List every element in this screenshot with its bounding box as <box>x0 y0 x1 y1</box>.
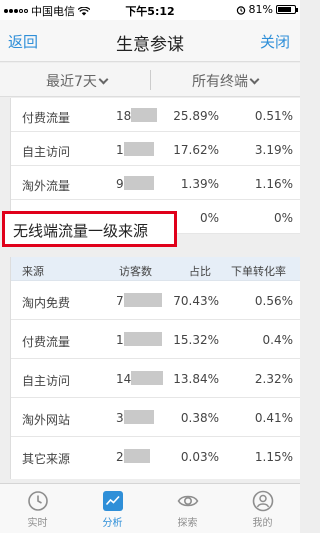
share-value: 0.38% <box>180 411 219 425</box>
share-value: 25.89% <box>173 109 219 123</box>
redacted-value <box>123 141 154 156</box>
share-value: 13.84% <box>173 372 219 386</box>
battery-fill <box>278 7 291 12</box>
table-row[interactable]: 淘内免费 7 70.43% 0.56% <box>11 281 300 320</box>
conversion-value: 0.4% <box>262 333 294 347</box>
visitor-count: 1 <box>116 331 166 348</box>
share-value: 0% <box>199 211 219 225</box>
wireless-source-table: 来源 访客数 占比 下单转化率 淘内免费 7 70.43% 0.56% 付费流量… <box>10 257 300 479</box>
tab-analysis[interactable]: 分析 <box>75 484 150 533</box>
battery-percent: 81% <box>248 3 273 16</box>
divider <box>150 70 151 90</box>
visitor-count: 3 <box>116 409 166 426</box>
table-row[interactable]: 淘外网站 3 0.38% 0.41% <box>11 398 300 437</box>
visitor-count: 9 <box>116 175 166 192</box>
terminal-label: 所有终端 <box>192 74 248 90</box>
share-value: 15.32% <box>173 333 219 347</box>
redacted-value <box>131 370 164 385</box>
visitor-count: 14 <box>116 370 166 387</box>
tab-label: 我的 <box>252 518 273 529</box>
filter-bar: 最近7天 所有终端 <box>0 63 300 97</box>
table-row[interactable]: 自主访问 14 13.84% 2.32% <box>11 359 300 398</box>
source-name: 付费流量 <box>22 111 71 125</box>
conversion-value: 0.56% <box>254 294 293 308</box>
share-value: 17.62% <box>173 143 219 157</box>
header-share: 占比 <box>189 265 211 278</box>
section-title-box: 无线端流量一级来源 <box>2 211 177 247</box>
terminal-dropdown[interactable]: 所有终端 <box>192 71 260 91</box>
table-row[interactable]: 付费流量 1 15.32% 0.4% <box>11 320 300 359</box>
section-title: 无线端流量一级来源 <box>13 222 149 240</box>
conversion-value: 1.15% <box>254 450 293 464</box>
conversion-value: 2.32% <box>254 372 293 386</box>
period-label: 最近7天 <box>46 74 97 90</box>
visitor-count: 7 <box>116 292 166 309</box>
chart-icon <box>102 491 123 511</box>
close-button[interactable]: 关闭 <box>260 31 290 52</box>
conversion-value: 3.19% <box>254 143 293 157</box>
eye-icon <box>177 495 198 507</box>
tab-label: 实时 <box>27 518 48 529</box>
visitor-count: 1 <box>116 141 166 158</box>
share-value: 0.03% <box>180 450 219 464</box>
redacted-value <box>123 175 154 190</box>
redacted-value <box>131 107 158 122</box>
share-value: 70.43% <box>173 294 219 308</box>
source-name: 淘内免费 <box>22 296 71 310</box>
status-bar: 中国电信 下午5:12 81% <box>0 0 300 20</box>
table-row[interactable]: 淘外流量 9 1.39% 1.16% <box>11 166 300 200</box>
source-name: 其它来源 <box>22 452 71 466</box>
status-right: 81% <box>236 3 298 16</box>
chevron-down-icon <box>98 74 109 85</box>
visitor-count: 2 <box>116 448 166 465</box>
tab-explore[interactable]: 探索 <box>150 484 225 533</box>
tab-label: 分析 <box>102 518 123 529</box>
redacted-value <box>123 409 154 424</box>
redacted-value <box>123 448 150 463</box>
alarm-icon <box>236 5 245 15</box>
table-header: 来源 访客数 占比 下单转化率 <box>11 257 300 281</box>
header-visitors: 访客数 <box>119 265 152 278</box>
redacted-value <box>123 331 162 346</box>
visitor-count: 18 <box>116 107 166 124</box>
chevron-down-icon <box>249 74 260 85</box>
source-name: 淘外流量 <box>22 179 71 193</box>
clock-icon <box>27 491 48 511</box>
redacted-value <box>123 292 162 307</box>
conversion-value: 0.51% <box>254 109 293 123</box>
tab-bar: 实时 分析 探索 我的 <box>0 483 300 533</box>
source-name: 淘外网站 <box>22 413 71 427</box>
conversion-value: 1.16% <box>254 177 293 191</box>
tab-mine[interactable]: 我的 <box>225 484 300 533</box>
source-name: 付费流量 <box>22 335 71 349</box>
tab-label: 探索 <box>177 518 198 529</box>
battery-icon <box>276 5 298 14</box>
page-title: 生意参谋 <box>116 35 184 55</box>
tab-realtime[interactable]: 实时 <box>0 484 75 533</box>
conversion-value: 0% <box>273 211 293 225</box>
header-source: 来源 <box>22 265 44 278</box>
table-row[interactable]: 其它来源 2 0.03% 1.15% <box>11 437 300 476</box>
share-value: 1.39% <box>180 177 219 191</box>
person-icon <box>252 490 273 512</box>
period-dropdown[interactable]: 最近7天 <box>46 71 109 91</box>
header-conversion: 下单转化率 <box>231 265 286 278</box>
table-row[interactable]: 自主访问 1 17.62% 3.19% <box>11 132 300 166</box>
source-name: 自主访问 <box>22 374 71 388</box>
conversion-value: 0.41% <box>254 411 293 425</box>
navigation-bar: 返回 生意参谋 关闭 <box>0 20 300 62</box>
table-row[interactable]: 付费流量 18 25.89% 0.51% <box>11 98 300 132</box>
source-name: 自主访问 <box>22 145 71 159</box>
